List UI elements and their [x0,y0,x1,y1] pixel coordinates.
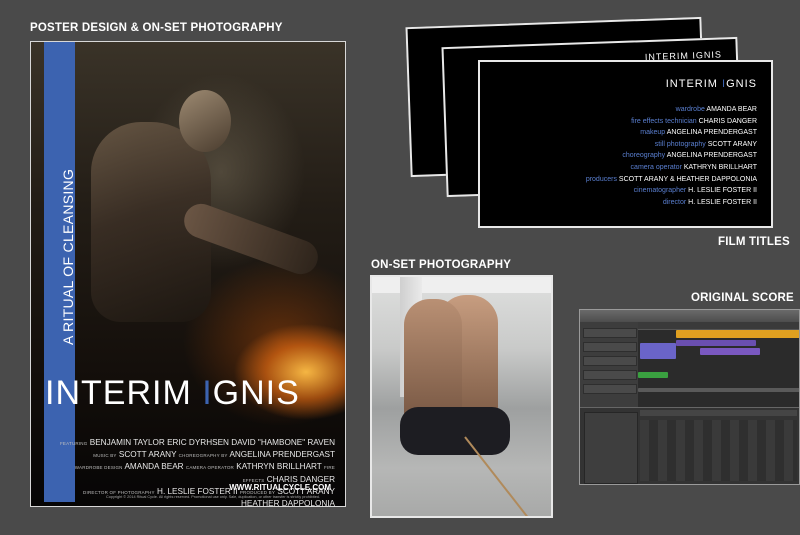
credit-role: still photography [654,140,706,148]
daw-track-header [583,384,637,394]
poster-title-first: INTERIM [45,374,203,412]
credit-name: ANGELINA PRENDERGAST [666,129,757,137]
title-card-row: still photography SCOTT ARANY [586,139,757,151]
credit-name: H. LESLIE FOSTER II [688,198,757,206]
score-section-label: ORIGINAL SCORE [691,292,794,304]
credit-small-label: WARDROBE DESIGN [74,465,123,471]
daw-toolbar [580,310,799,322]
portfolio-page: { "labels": { "poster_section": "POSTER … [0,0,800,535]
photo-figures-legs [400,407,510,455]
title-card-row: wardrobe AMANDA BEAR [586,104,757,116]
daw-timeline-ruler [638,322,799,330]
credit-small-label: MUSIC BY [93,453,117,459]
daw-region-orange [676,330,799,338]
credit-name: KATHRYN BRILLHART [683,163,757,171]
daw-region-purple [676,340,756,346]
poster-website-url: WWW.RITUALCYCLE.COM [229,483,331,492]
daw-mixer-panel [580,407,799,484]
credit-role: makeup [640,129,666,137]
daw-region-green [638,372,668,378]
title-card-row: makeup ANGELINA PRENDERGAST [586,127,757,139]
daw-track-header [583,342,637,352]
credit-role: director [662,198,687,206]
credit-text: BENJAMIN TAYLOR ERIC DYRHSEN DAVID "HAMB… [89,438,335,447]
title-card-front: INTERIM IGNIS wardrobe AMANDA BEAR fire … [478,60,773,228]
daw-mixer-lane [640,410,797,416]
film-titles-section-label: FILM TITLES [718,236,790,248]
credit-role: camera operator [630,163,682,171]
poster-title-accent: I [202,374,213,412]
daw-screenshot [579,309,800,485]
title-card-title-rest: GNIS [726,78,757,90]
credit-role: choreography [622,152,666,160]
credit-text: KATHRYN BRILLHART [236,462,322,472]
credit-role: cinematographer [633,187,687,195]
poster-credit-line: FEATURING BENJAMIN TAYLOR ERIC DYRHSEN D… [55,437,335,449]
credit-role: wardrobe [675,106,705,113]
movie-poster: A RITUAL OF CLEANSING INTERIM IGNIS FEAT… [30,41,346,507]
credit-text: AMANDA BEAR [124,462,184,472]
daw-track-list [580,322,638,407]
title-card-title-first: INTERIM [665,78,723,90]
daw-track-header [583,356,637,366]
title-card-title: INTERIM IGNIS [666,78,757,90]
title-card-row: camera operator KATHRYN BRILLHART [586,162,757,174]
credit-role: producers [585,175,617,183]
title-card-row: choreography ANGELINA PRENDERGAST [586,150,757,162]
daw-region-violet [700,348,760,355]
title-card-credits: wardrobe AMANDA BEAR fire effects techni… [586,104,757,208]
credit-name: SCOTT ARANY [707,140,757,148]
credit-text: ANGELINA PRENDERGAST [229,450,335,460]
credit-small-label: CAMERA OPERATOR [185,465,234,471]
daw-channel-strip [584,412,638,484]
credit-name: ANGELINA PRENDERGAST [666,152,757,160]
credit-text: SCOTT ARANY [118,450,177,460]
credit-name: CHARIS DANGER [698,117,757,125]
credit-small-label: CHOREOGRAPHY BY [178,453,228,459]
title-card-row: fire effects technician CHARIS DANGER [586,116,757,128]
title-card-row: director H. LESLIE FOSTER II [586,197,757,209]
daw-mixer-grid [640,420,797,481]
title-card-row: producers SCOTT ARANY & HEATHER DAPPOLON… [586,174,757,186]
credit-name: SCOTT ARANY & HEATHER DAPPOLONIA [618,175,757,183]
credit-name: AMANDA BEAR [706,106,757,113]
credit-name: H. LESLIE FOSTER II [688,187,757,195]
poster-credit-line: MUSIC BY SCOTT ARANY CHOREOGRAPHY BY ANG… [55,449,335,461]
onset-photo [370,275,553,518]
daw-region-blue [640,343,676,359]
poster-title: INTERIM IGNIS [45,374,345,413]
credit-role: fire effects technician [631,117,697,125]
title-card-row: cinematographer H. LESLIE FOSTER II [586,185,757,197]
poster-section-label: POSTER DESIGN & ON-SET PHOTOGRAPHY [30,22,283,34]
daw-track-header [583,328,637,338]
credit-small-label: FEATURING [59,441,88,446]
poster-copyright: Copyright © 2014 Ritual Cycle. All right… [106,495,320,499]
onset-section-label: ON-SET PHOTOGRAPHY [371,259,512,271]
poster-tagline: A RITUAL OF CLEANSING [60,168,76,345]
daw-track-header [583,370,637,380]
daw-region-gray [638,388,799,392]
poster-title-rest: GNIS [212,374,300,412]
poster-figure-head [179,90,231,152]
